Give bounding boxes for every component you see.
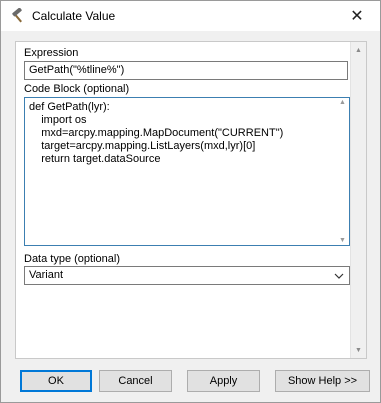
calculate-value-dialog: Calculate Value ✕ Expression GetPath("%t… xyxy=(0,0,381,403)
close-button[interactable]: ✕ xyxy=(334,1,380,31)
ok-button[interactable]: OK xyxy=(20,370,92,392)
code-block-label: Code Block (optional) xyxy=(24,83,130,95)
chevron-down-icon xyxy=(332,268,346,283)
cancel-button[interactable]: Cancel xyxy=(99,370,172,392)
code-block-textarea[interactable]: def GetPath(lyr): import os mxd=arcpy.ma… xyxy=(24,97,350,246)
code-line: target=arcpy.mapping.ListLayers(mxd,lyr)… xyxy=(29,140,256,152)
code-line: mxd=arcpy.mapping.MapDocument("CURRENT") xyxy=(29,127,284,139)
data-type-label: Data type (optional) xyxy=(24,253,120,265)
scroll-down-icon[interactable]: ▼ xyxy=(339,237,346,244)
close-icon: ✕ xyxy=(350,8,364,25)
scroll-up-icon[interactable]: ▲ xyxy=(351,43,366,57)
panel-scrollbar[interactable]: ▲ ▼ xyxy=(350,42,366,358)
code-block-scrollbar[interactable]: ▲ ▼ xyxy=(337,98,349,245)
apply-button[interactable]: Apply xyxy=(187,370,260,392)
window-title: Calculate Value xyxy=(32,9,116,23)
code-line: def GetPath(lyr): xyxy=(29,101,110,113)
title-bar: Calculate Value ✕ xyxy=(1,1,380,31)
data-type-select[interactable]: Variant xyxy=(24,266,350,285)
code-line: return target.dataSource xyxy=(29,153,161,165)
scroll-up-icon[interactable]: ▲ xyxy=(339,99,346,106)
hammer-icon xyxy=(10,7,26,24)
show-help-button[interactable]: Show Help >> xyxy=(275,370,370,392)
expression-value: GetPath("%tline%") xyxy=(29,64,125,76)
scroll-down-icon[interactable]: ▼ xyxy=(351,343,366,357)
parameters-panel: Expression GetPath("%tline%") Code Block… xyxy=(15,41,367,359)
code-line: import os xyxy=(29,114,87,126)
expression-input[interactable]: GetPath("%tline%") xyxy=(24,61,348,80)
data-type-value: Variant xyxy=(29,269,64,281)
expression-label: Expression xyxy=(24,47,79,59)
